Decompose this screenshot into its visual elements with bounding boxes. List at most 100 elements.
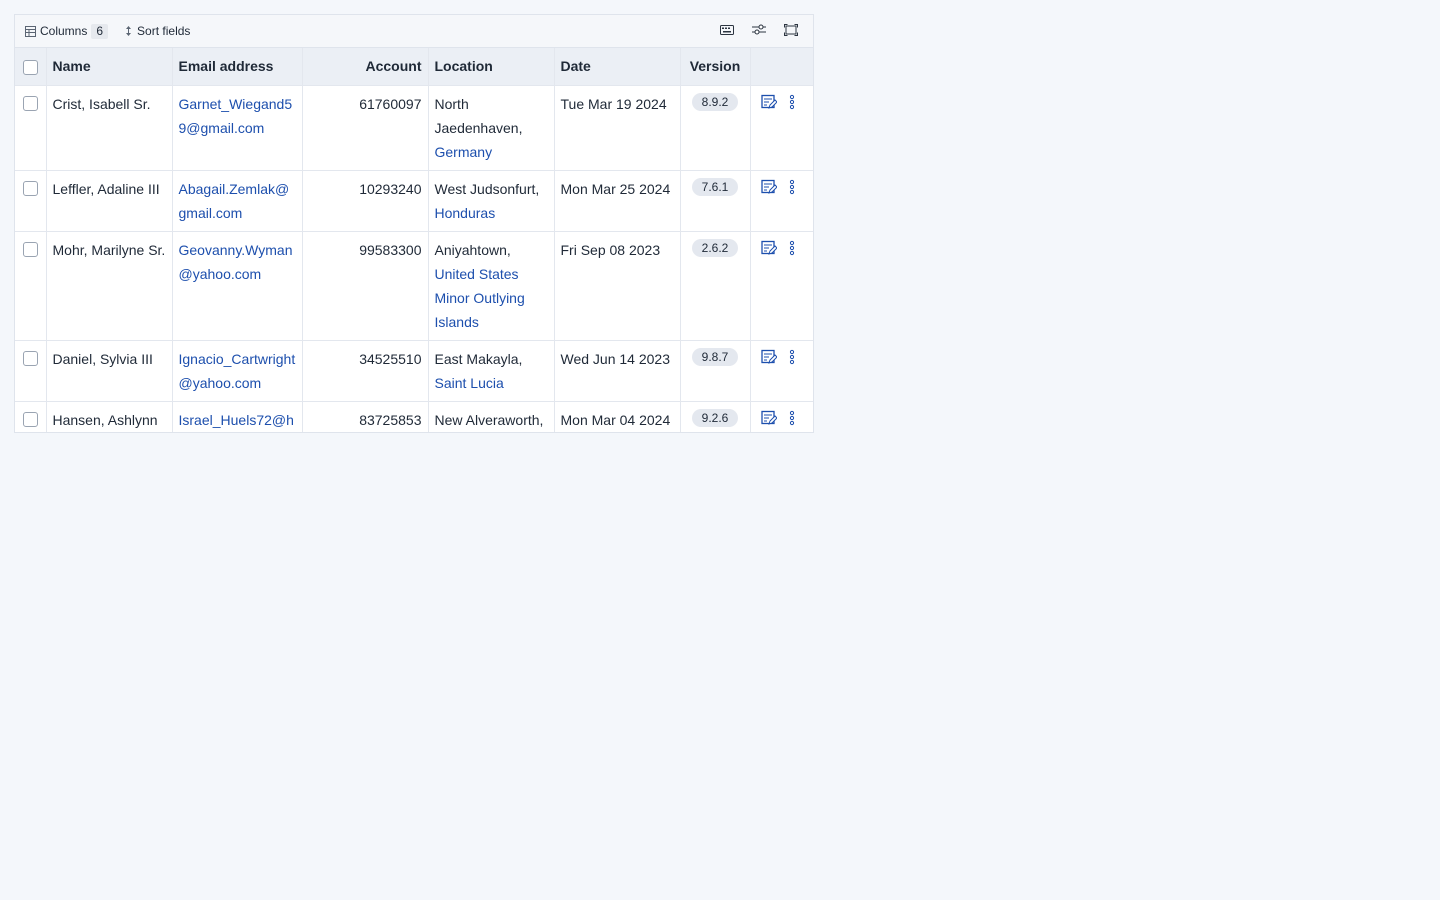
email-link[interactable]: Garnet_Wiegand59@gmail.com [179, 96, 293, 136]
email-link[interactable]: Israel_Huels72@h [179, 412, 294, 428]
columns-count-badge: 6 [91, 23, 109, 39]
header-location[interactable]: Location [428, 48, 555, 86]
header-row: Name Email address Account Location Date… [15, 48, 813, 86]
table-row: Daniel, Sylvia III Ignacio_Cartwright@ya… [15, 340, 813, 402]
header-account[interactable]: Account [302, 48, 429, 86]
sort-fields-button[interactable]: Sort fields [120, 20, 194, 42]
location-city: West Judsonfurt, [434, 180, 540, 197]
cell-version: 7.6.1 [680, 170, 751, 232]
location-country-link[interactable]: Honduras [435, 205, 496, 221]
select-all-checkbox[interactable] [22, 59, 38, 75]
edit-form-icon [760, 349, 778, 368]
more-vertical-icon [788, 410, 796, 429]
row-checkbox[interactable] [22, 242, 38, 258]
cell-email: Garnet_Wiegand59@gmail.com [172, 85, 303, 171]
cell-location: East Makayla, Saint Lucia [428, 340, 555, 402]
edit-row-button[interactable] [760, 240, 778, 260]
row-select-cell [15, 85, 47, 171]
row-select-cell [15, 401, 47, 432]
version-badge: 9.2.6 [691, 408, 739, 427]
more-vertical-icon [788, 94, 796, 113]
location-country-link[interactable]: Germany [435, 144, 493, 160]
table-columns-icon [25, 25, 36, 37]
edit-row-button[interactable] [760, 410, 778, 430]
location-city: New Alveraworth, [434, 411, 544, 428]
table-row: Leffler, Adaline III Abagail.Zemlak@gmai… [15, 170, 813, 232]
edit-form-icon [760, 410, 778, 429]
header-date[interactable]: Date [554, 48, 681, 86]
cell-account: 83725853 [302, 401, 429, 432]
more-actions-button[interactable] [788, 240, 796, 260]
location-country-link[interactable]: United States Minor Outlying Islands [435, 266, 525, 330]
row-checkbox[interactable] [22, 412, 38, 428]
cell-account: 34525510 [302, 340, 429, 402]
version-badge: 9.8.7 [691, 347, 739, 366]
header-version[interactable]: Version [680, 48, 751, 86]
location-country-link[interactable]: Saint Lucia [435, 375, 504, 391]
cell-location: West Judsonfurt, Honduras [428, 170, 555, 232]
cell-version: 9.2.6 [680, 401, 751, 432]
email-link[interactable]: Geovanny.Wyman@yahoo.com [179, 242, 293, 282]
table-row: Hansen, Ashlynn Israel_Huels72@h 8372585… [15, 401, 813, 432]
sort-fields-label: Sort fields [137, 24, 191, 38]
cell-name: Leffler, Adaline III [46, 170, 173, 232]
cell-name: Crist, Isabell Sr. [46, 85, 173, 171]
email-link[interactable]: Abagail.Zemlak@gmail.com [179, 181, 290, 221]
cell-location: Aniyahtown, United States Minor Outlying … [428, 231, 555, 341]
cell-version: 2.6.2 [680, 231, 751, 341]
edit-row-button[interactable] [760, 349, 778, 369]
fullscreen-icon [784, 23, 798, 39]
edit-form-icon [760, 94, 778, 113]
location-city: East Makayla, [434, 350, 523, 367]
location-city: Aniyahtown, [434, 241, 511, 258]
edit-row-button[interactable] [760, 94, 778, 114]
row-select-cell [15, 170, 47, 232]
more-actions-button[interactable] [788, 349, 796, 369]
fullscreen-button[interactable] [775, 20, 807, 42]
more-vertical-icon [788, 349, 796, 368]
cell-location: New Alveraworth, [428, 401, 555, 432]
cell-email: Israel_Huels72@h [172, 401, 303, 432]
more-actions-button[interactable] [788, 410, 796, 430]
cell-actions [750, 401, 813, 432]
select-all-cell [15, 48, 47, 86]
row-select-cell [15, 340, 47, 402]
keyboard-icon [720, 24, 734, 38]
cell-actions [750, 170, 813, 232]
email-link[interactable]: Ignacio_Cartwright@yahoo.com [179, 351, 296, 391]
header-email[interactable]: Email address [172, 48, 303, 86]
cell-name: Mohr, Marilyne Sr. [46, 231, 173, 341]
row-checkbox[interactable] [22, 351, 38, 367]
more-actions-button[interactable] [788, 94, 796, 114]
cell-date: Mon Mar 04 2024 [554, 401, 681, 432]
edit-form-icon [760, 179, 778, 198]
more-vertical-icon [788, 240, 796, 259]
table-row: Crist, Isabell Sr. Garnet_Wiegand59@gmai… [15, 85, 813, 171]
header-actions [750, 48, 813, 86]
row-checkbox[interactable] [22, 181, 38, 197]
cell-name: Hansen, Ashlynn [46, 401, 173, 432]
cell-actions [750, 85, 813, 171]
cell-date: Tue Mar 19 2024 [554, 85, 681, 171]
more-actions-button[interactable] [788, 179, 796, 199]
cell-date: Mon Mar 25 2024 [554, 170, 681, 232]
location-city: North Jaedenhaven, [434, 95, 523, 136]
keyboard-button[interactable] [711, 20, 743, 42]
cell-email: Ignacio_Cartwright@yahoo.com [172, 340, 303, 402]
filter-settings-button[interactable] [743, 20, 775, 42]
sort-arrows-icon [124, 25, 133, 37]
edit-row-button[interactable] [760, 179, 778, 199]
version-badge: 8.9.2 [691, 92, 739, 111]
data-grid: Columns 6 Sort fields Name Email address… [14, 14, 814, 433]
columns-button[interactable]: Columns 6 [21, 20, 112, 42]
table-row: Mohr, Marilyne Sr. Geovanny.Wyman@yahoo.… [15, 231, 813, 341]
grid-toolbar: Columns 6 Sort fields [15, 15, 813, 48]
more-vertical-icon [788, 179, 796, 198]
cell-version: 8.9.2 [680, 85, 751, 171]
row-checkbox[interactable] [22, 96, 38, 112]
cell-date: Wed Jun 14 2023 [554, 340, 681, 402]
header-name[interactable]: Name [46, 48, 173, 86]
version-badge: 2.6.2 [691, 238, 739, 257]
cell-account: 10293240 [302, 170, 429, 232]
cell-account: 99583300 [302, 231, 429, 341]
